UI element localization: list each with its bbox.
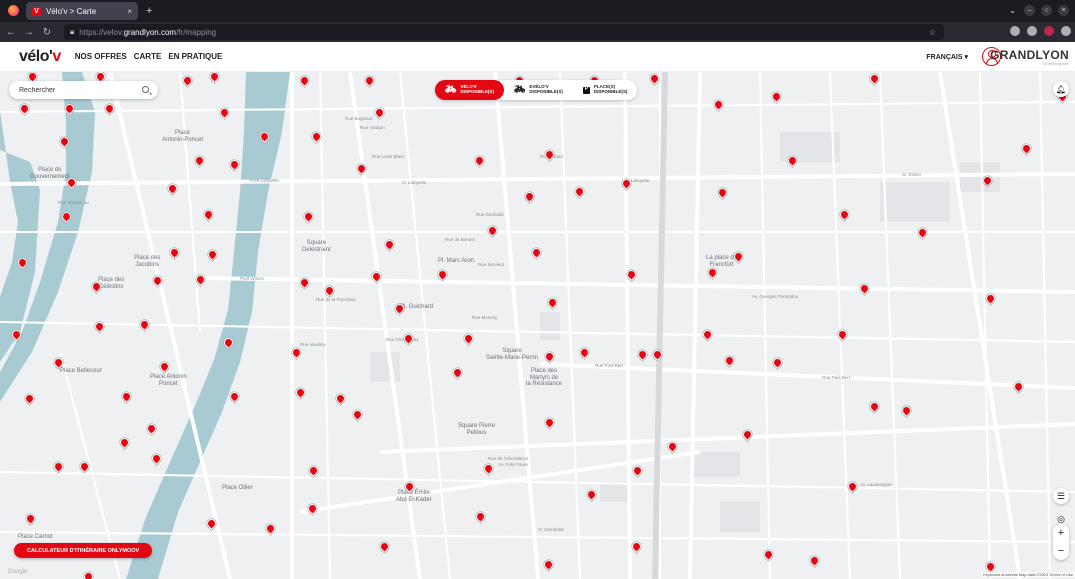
google-logo: Google: [8, 569, 28, 575]
list-tabs-icon[interactable]: ⌄: [1007, 5, 1018, 16]
place-label: Place des Martyrs de la Résistance: [526, 368, 563, 388]
street-label: Rue de la Part-Dieu: [316, 297, 356, 302]
new-tab-icon[interactable]: +: [146, 5, 152, 17]
parking-icon: P: [582, 86, 590, 94]
street-label: Rue Servient: [478, 262, 505, 267]
site-header: vélo'v NOS OFFRES CARTE EN PRATIQUE FRAN…: [0, 42, 1075, 72]
tab-close-icon[interactable]: ×: [127, 7, 132, 16]
main-menu: NOS OFFRES CARTE EN PRATIQUE: [75, 52, 223, 61]
filter-velov-label: VÉLO'V DISPONIBLE(S): [460, 84, 494, 94]
street-label: Pont Wilson: [240, 276, 265, 281]
map[interactable]: Place Antonin-Poncet Place du Gouvernemen…: [0, 72, 1075, 579]
browser-nav-bar: ← → ↻ 🔒︎ https://velov.grandlyon.com/fr/…: [0, 22, 1075, 42]
filter-velov[interactable]: 🚲︎ VÉLO'V DISPONIBLE(S): [435, 80, 504, 100]
firefox-icon[interactable]: [8, 5, 19, 16]
reload-icon[interactable]: ↻: [40, 27, 54, 38]
street-label: Rue Vaudrey: [300, 342, 326, 347]
filter-evelov[interactable]: 🚲︎ EVÉLO'V DISPONIBLE(S): [504, 80, 573, 100]
filter-places[interactable]: P PLACE(S) DISPONIBLE(S): [573, 80, 638, 100]
forward-icon[interactable]: →: [22, 27, 36, 38]
window-controls: ⌄ – ○ ×: [1007, 5, 1069, 16]
street-label: Cr Gambetta: [538, 527, 564, 532]
pocket-icon[interactable]: [1010, 26, 1020, 36]
place-label: Square Sainte-Marie-Perrin: [486, 348, 539, 361]
street-label: Rue Bugeaud: [345, 116, 373, 121]
close-window-icon[interactable]: ×: [1058, 5, 1069, 16]
bookmark-star-icon[interactable]: ☆: [929, 28, 936, 37]
search-input[interactable]: [19, 86, 129, 94]
place-label: Place Antonin-Poncet: [162, 130, 204, 143]
notification-bell-icon[interactable]: 🔔︎: [1053, 81, 1069, 97]
zoom-controls: + −: [1053, 524, 1069, 560]
url-text: https://velov.grandlyon.com/fr/mapping: [79, 27, 217, 37]
place-label: Place Carnot: [18, 534, 53, 540]
url-bar[interactable]: 🔒︎ https://velov.grandlyon.com/fr/mappin…: [64, 24, 944, 40]
place-label: Place des Célestins: [98, 277, 125, 290]
place-label: Place des Jacobins: [134, 255, 161, 268]
street-label: Rue Garibaldi: [476, 212, 504, 217]
street-label: Rue Chaponnay: [386, 337, 419, 342]
street-label: Pont Lafayette: [250, 178, 280, 183]
tab-title: Vélo'v > Carte: [46, 6, 97, 16]
velov-logo[interactable]: vélo'v: [19, 48, 61, 66]
street-label: Cr Tolstoï: [902, 172, 921, 177]
street-label: Rue Vauban: [360, 125, 385, 130]
place-label: Pl. Guichard: [400, 304, 434, 310]
zoom-out-icon[interactable]: −: [1058, 545, 1064, 557]
menu-en-pratique[interactable]: EN PRATIQUE: [168, 52, 222, 61]
place-label: La place du Francfort: [706, 255, 737, 268]
back-icon[interactable]: ←: [4, 27, 18, 38]
street-label: Av. Georges Pompidou: [752, 294, 799, 299]
street-label: Av. Lacassagne: [860, 482, 892, 487]
search-icon[interactable]: [142, 86, 149, 93]
menu-nos-offres[interactable]: NOS OFFRES: [75, 52, 127, 61]
map-attribution[interactable]: Keyboard shortcuts Map data ©2023 Terms …: [981, 572, 1075, 577]
language-selector[interactable]: FRANÇAIS ▾: [926, 53, 968, 61]
bike-icon: 🚲︎: [445, 84, 457, 95]
menu-carte[interactable]: CARTE: [134, 52, 162, 61]
filter-places-label: PLACE(S) DISPONIBLE(S): [593, 84, 628, 94]
place-label: Square Delestraint: [302, 240, 331, 253]
street-label: Rue Vaubecour: [58, 200, 89, 205]
street-label: Rue de Bonnel: [445, 237, 475, 242]
street-label: Rue Paul Bert: [822, 375, 851, 380]
street-label: Rue Louis Blanc: [372, 154, 405, 159]
itinerary-calculator-button[interactable]: CALCULATEUR D'ITINÉRAIRE ONLYMOOV: [14, 543, 153, 558]
place-label: Square Pierre Pellous: [458, 423, 496, 436]
ublock-icon[interactable]: [1044, 26, 1054, 36]
street-label: Rue Paul Bert: [595, 363, 624, 368]
settings-sliders-icon[interactable]: ☰: [1053, 488, 1069, 504]
place-label: Place Émile Abd El-Kader: [396, 490, 432, 503]
map-canvas: [0, 72, 1075, 579]
search-box: [9, 81, 158, 99]
street-label: Rue de l'Abondance: [488, 456, 529, 461]
place-label: Place Antonin Poncet: [150, 374, 187, 387]
minimize-icon[interactable]: –: [1024, 5, 1035, 16]
extension-icon[interactable]: [1027, 26, 1037, 36]
grandlyon-logo[interactable]: GRANDLYON la métropole: [990, 48, 1069, 66]
place-label: Place Ollier: [222, 485, 253, 491]
ebike-icon: 🚲︎: [513, 84, 526, 95]
street-label: Cr Lafayette: [402, 180, 427, 185]
maximize-icon[interactable]: ○: [1041, 5, 1052, 16]
toolbar-icons: [1010, 26, 1071, 36]
street-label: Rue Moncey: [472, 315, 498, 320]
lock-icon[interactable]: 🔒︎: [70, 27, 74, 37]
browser-tab-bar: V Vélo'v > Carte × + ⌄ – ○ ×: [0, 0, 1075, 22]
menu-icon[interactable]: [1061, 26, 1071, 36]
filter-evelov-label: EVÉLO'V DISPONIBLE(S): [529, 84, 563, 94]
favicon-icon: V: [32, 6, 41, 16]
street-label: Av. Félix Faure: [498, 462, 528, 467]
place-label: Place Bellecour: [60, 368, 102, 374]
availability-filters: 🚲︎ VÉLO'V DISPONIBLE(S) 🚲︎ EVÉLO'V DISPONI…: [435, 80, 638, 100]
place-label: Place du Gouvernement: [30, 167, 70, 180]
place-label: Pl. Marc Aron: [438, 258, 475, 264]
zoom-in-icon[interactable]: +: [1058, 527, 1064, 539]
browser-tab[interactable]: V Vélo'v > Carte ×: [26, 2, 138, 20]
